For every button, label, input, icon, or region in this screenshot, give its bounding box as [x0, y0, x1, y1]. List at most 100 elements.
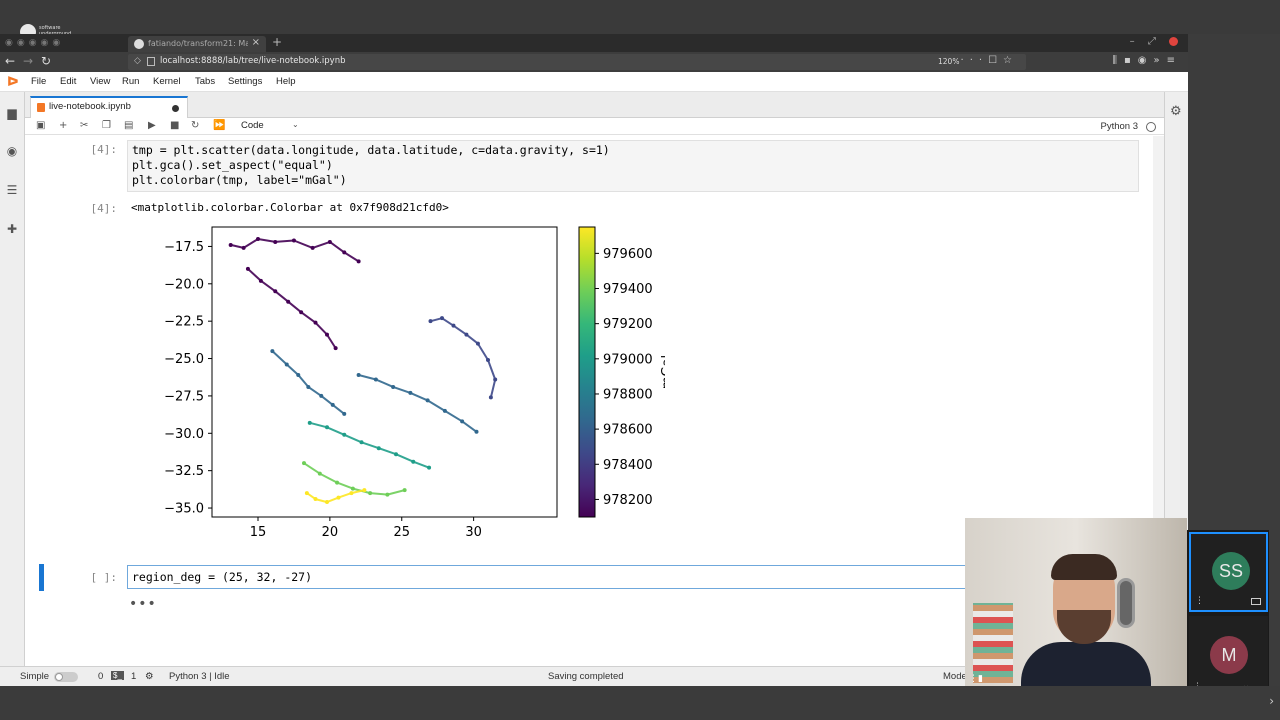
- collapsed-output-ellipsis[interactable]: •••: [129, 596, 157, 612]
- browser-toolbar-icons[interactable]: ⫼▪◉»≡: [1112, 55, 1182, 66]
- scatter-point: [317, 471, 322, 476]
- menu-view[interactable]: View: [90, 76, 110, 87]
- simple-mode-toggle[interactable]: [54, 672, 78, 682]
- browser-tab[interactable]: fatiando/transform21: Mass ×: [128, 36, 266, 52]
- scatter-point: [486, 358, 490, 363]
- scatter-point: [302, 461, 306, 466]
- left-sidebar: ▆ ◉ ☰ ✚: [0, 92, 25, 666]
- menu-file[interactable]: File: [31, 76, 46, 87]
- plot-axes-frame: [211, 226, 558, 518]
- code-line: tmp = plt.scatter(data.longitude, data.l…: [132, 143, 610, 157]
- kernel-name[interactable]: Python 3: [1101, 121, 1139, 132]
- scatter-point: [350, 486, 355, 491]
- code-line: region_deg = (25, 32, -27): [132, 570, 313, 584]
- zoom-level[interactable]: 120%: [938, 57, 959, 66]
- close-tab-icon[interactable]: ×: [252, 37, 260, 48]
- scatter-point: [425, 398, 430, 403]
- extension-icon[interactable]: ✚: [5, 222, 19, 236]
- scatter-point: [394, 452, 398, 457]
- screen-share-icon: [1251, 598, 1261, 605]
- menu-tabs[interactable]: Tabs: [195, 76, 215, 87]
- simple-mode-label: Simple: [20, 671, 50, 682]
- scatter-point: [336, 495, 341, 500]
- terminal-icon: $_: [111, 671, 124, 680]
- notebook-toolbar: ▣ + ✂ ❐ ▤ ▶ ■ ↻ ⏩ Code ⌄ Python 3: [25, 118, 1164, 135]
- window-close-icon[interactable]: [1169, 36, 1178, 46]
- menu-edit[interactable]: Edit: [60, 76, 76, 87]
- mode-indicator[interactable]: Mode: [943, 671, 967, 682]
- address-bar-actions[interactable]: ···☐☆: [961, 55, 1018, 66]
- scatter-point: [464, 332, 469, 337]
- participant-tile[interactable]: M ⋮ ✕▰▭: [1189, 616, 1268, 696]
- scatter-point: [327, 239, 332, 244]
- x-tick-label: 30: [465, 525, 482, 540]
- colorbar: [578, 226, 596, 518]
- chevron-right-icon[interactable]: ›: [1269, 694, 1274, 708]
- code-cell-input[interactable]: tmp = plt.scatter(data.longitude, data.l…: [127, 140, 1139, 192]
- back-icon[interactable]: ←: [5, 54, 15, 68]
- scatter-point: [319, 393, 324, 398]
- scatter-point: [475, 341, 480, 346]
- top-frame: software underground: [0, 0, 1280, 40]
- menu-kernel[interactable]: Kernel: [153, 76, 180, 87]
- notebook-tab-label: live-notebook.ipynb: [49, 101, 131, 112]
- scatter-point: [428, 319, 433, 324]
- restart-icon[interactable]: ↻: [191, 120, 199, 131]
- insert-cell-icon[interactable]: +: [59, 120, 67, 131]
- colorbar-tick-label: 979400: [603, 282, 653, 297]
- scatter-point: [256, 236, 260, 241]
- input-prompt: [4]:: [90, 143, 118, 156]
- participant-tile[interactable]: SS ⋮: [1189, 532, 1268, 612]
- restart-run-all-icon[interactable]: ⏩: [213, 120, 225, 131]
- scatter-point: [335, 480, 340, 485]
- browser-tab-bar: ◉◉◉◉◉ fatiando/transform21: Mass × + – ⤢: [0, 34, 1188, 52]
- unsaved-indicator-icon[interactable]: [172, 105, 179, 112]
- copy-icon[interactable]: ❐: [102, 120, 111, 131]
- cell-type-select[interactable]: Code: [241, 120, 264, 131]
- run-icon[interactable]: ▶: [148, 120, 156, 131]
- menu-bar: ᐅ File Edit View Run Kernel Tabs Setting…: [0, 72, 1188, 92]
- scatter-point: [245, 266, 250, 271]
- scatter-point: [325, 500, 329, 505]
- pinned-tabs-icons[interactable]: ◉◉◉◉◉: [5, 38, 64, 48]
- notebook-icon: [37, 103, 45, 112]
- minimize-icon[interactable]: –: [1130, 36, 1135, 47]
- notebook-tab[interactable]: live-notebook.ipynb: [30, 96, 188, 118]
- stop-icon[interactable]: ■: [170, 120, 179, 131]
- forward-icon[interactable]: →: [23, 54, 33, 68]
- paste-icon[interactable]: ▤: [124, 120, 133, 131]
- more-options-icon[interactable]: ⋮: [1195, 596, 1204, 606]
- notebook-tab-strip: live-notebook.ipynb: [25, 92, 1164, 118]
- menu-settings[interactable]: Settings: [228, 76, 262, 87]
- scatter-point: [460, 419, 465, 424]
- scatter-point: [313, 320, 318, 325]
- browser-nav-bar: ← → ↻ ◇ localhost:8888/lab/tree/live-not…: [0, 52, 1188, 72]
- maximize-icon[interactable]: ⤢: [1148, 36, 1156, 47]
- command-palette-icon[interactable]: ☰: [5, 183, 19, 197]
- scatter-point: [411, 459, 416, 464]
- scatter-point: [349, 491, 354, 496]
- running-icon[interactable]: ◉: [5, 144, 19, 158]
- scatter-point: [359, 440, 364, 445]
- scatter-point: [313, 497, 318, 502]
- screen: software underground ◉◉◉◉◉ fatiando/tran…: [0, 0, 1280, 720]
- folder-icon[interactable]: ▆: [5, 106, 19, 120]
- reload-icon[interactable]: ↻: [41, 54, 51, 68]
- jupyter-logo-icon: ᐅ: [7, 75, 19, 90]
- save-icon[interactable]: ▣: [36, 120, 45, 131]
- scatter-point: [493, 377, 498, 382]
- cut-icon[interactable]: ✂: [80, 120, 88, 131]
- menu-run[interactable]: Run: [122, 76, 139, 87]
- chevron-down-icon[interactable]: ⌄: [292, 120, 299, 129]
- kernels-count[interactable]: 1: [131, 671, 136, 682]
- property-inspector-icon[interactable]: ⚙: [1170, 104, 1182, 119]
- scatter-point: [474, 429, 479, 434]
- url-text: localhost:8888/lab/tree/live-notebook.ip…: [160, 56, 346, 66]
- output-text: <matplotlib.colorbar.Colorbar at 0x7f908…: [131, 201, 449, 214]
- terminals-count[interactable]: 0: [98, 671, 103, 682]
- github-icon: [134, 39, 144, 49]
- new-tab-icon[interactable]: +: [272, 35, 282, 49]
- menu-help[interactable]: Help: [276, 76, 296, 87]
- kernel-status-text[interactable]: Python 3 | Idle: [169, 671, 230, 682]
- address-bar[interactable]: ◇ localhost:8888/lab/tree/live-notebook.…: [128, 54, 1026, 70]
